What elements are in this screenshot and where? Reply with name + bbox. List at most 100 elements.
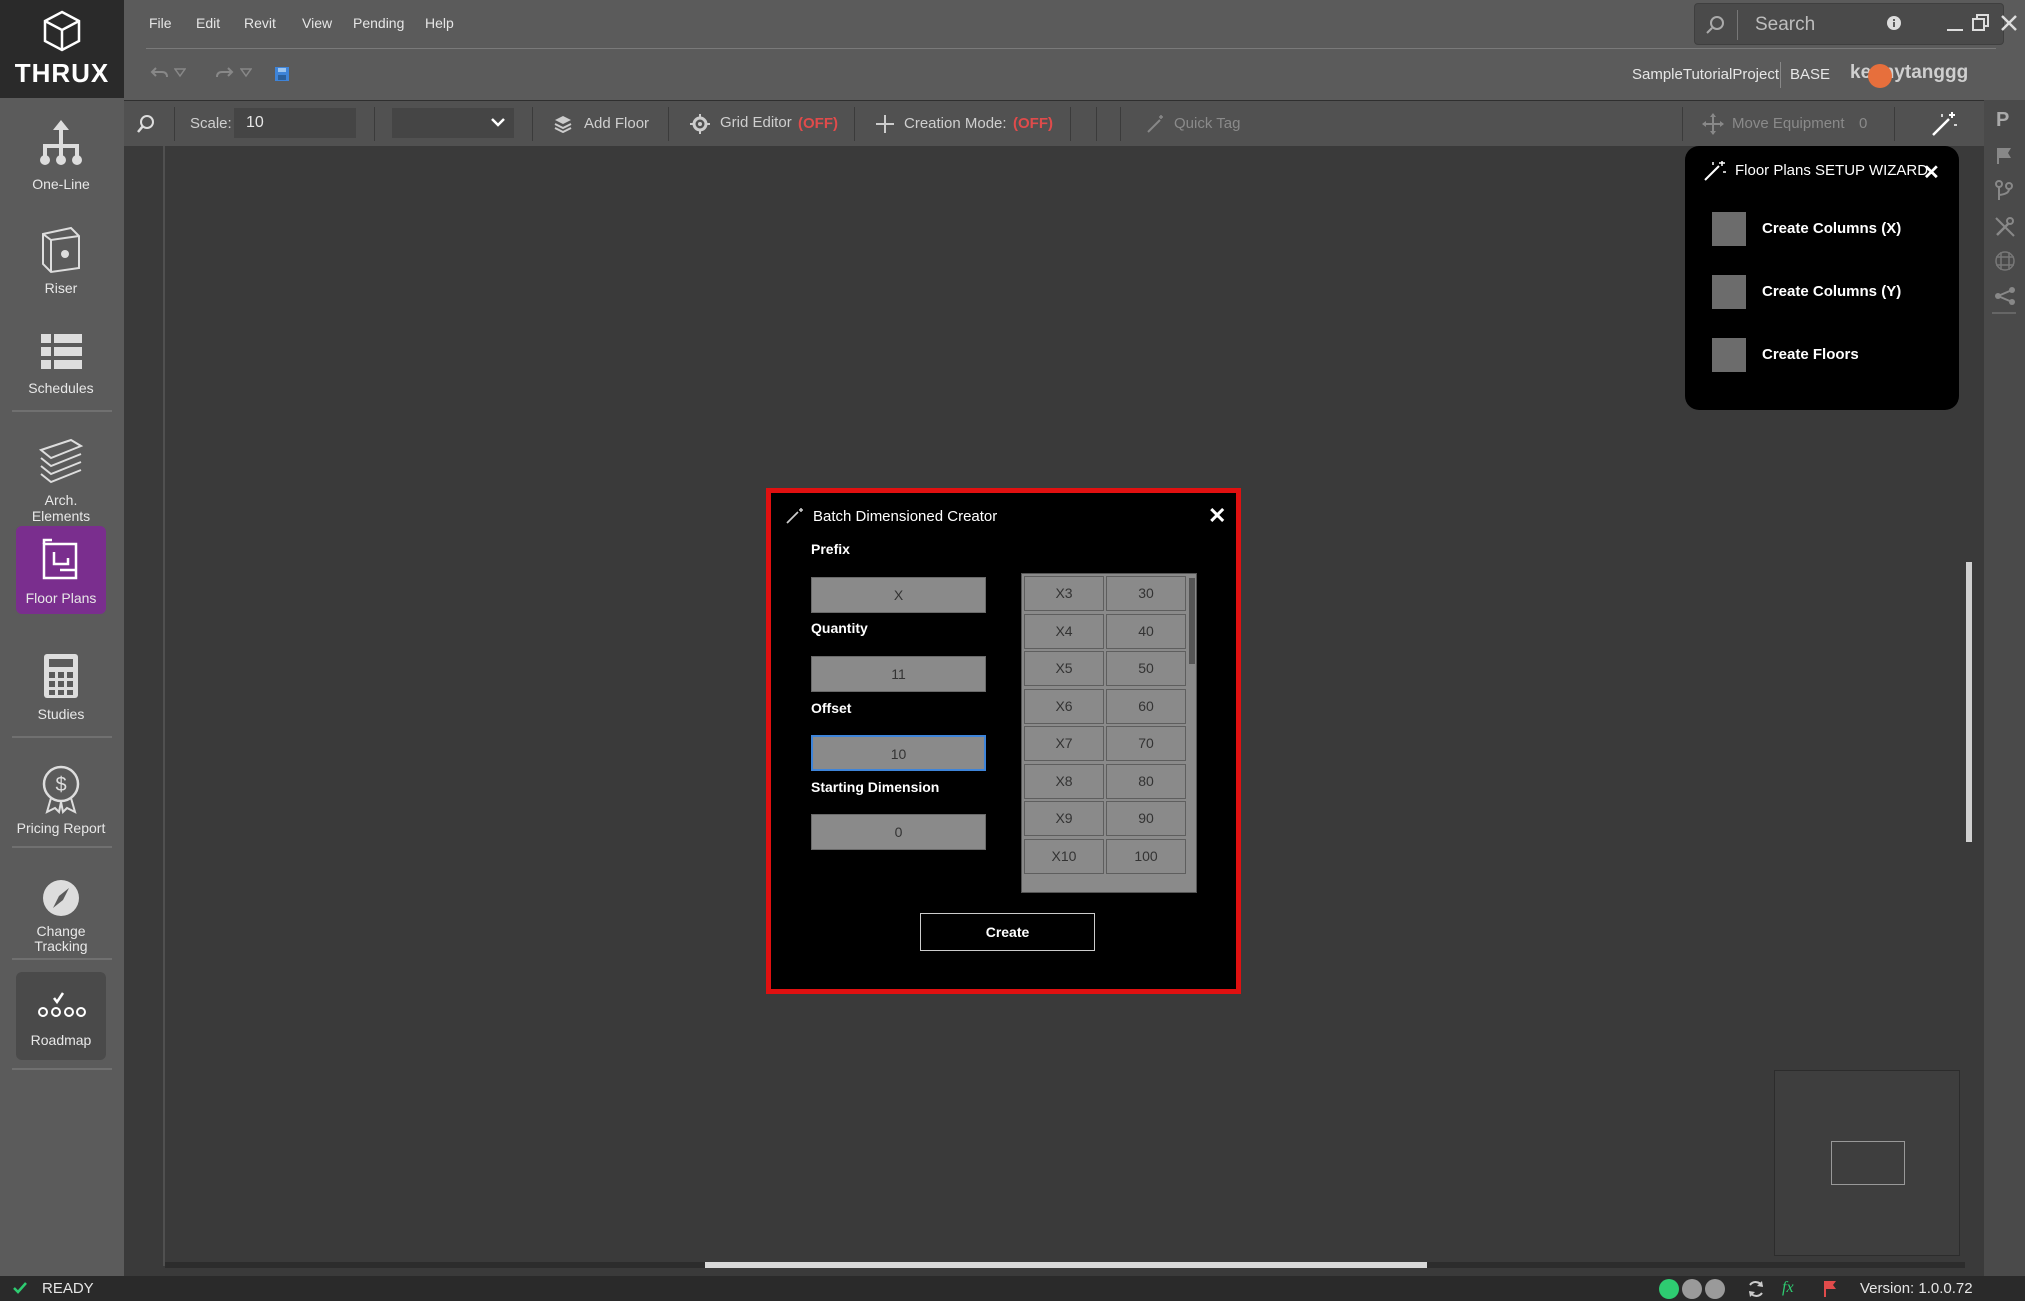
table-cell-label[interactable]: X9: [1024, 801, 1104, 836]
sidebar-item-riser[interactable]: Riser: [16, 224, 106, 296]
sidebar-divider: [12, 410, 112, 412]
create-button[interactable]: Create: [920, 913, 1095, 951]
table-cell-label[interactable]: X4: [1024, 613, 1104, 649]
right-rail-divider: [1992, 312, 2016, 314]
sidebar-item-label: One-Line: [32, 176, 90, 192]
p-icon[interactable]: P: [1994, 108, 2014, 130]
hierarchy-icon: [40, 120, 82, 165]
minimap-viewport[interactable]: [1831, 1141, 1905, 1185]
table-cell-label[interactable]: X10: [1024, 838, 1104, 874]
menu-pending[interactable]: Pending: [353, 15, 404, 31]
table-scrollbar[interactable]: [1189, 578, 1195, 664]
batch-dimensioned-creator-dialog: Batch Dimensioned Creator ✕ Prefix X Qua…: [771, 493, 1236, 989]
avatar[interactable]: [1868, 64, 1892, 88]
scale-label: Scale:: [190, 115, 232, 132]
wand-icon: [786, 508, 803, 524]
prefix-input[interactable]: X: [811, 577, 986, 613]
layers-small-icon: [554, 116, 572, 133]
flag-icon[interactable]: [1994, 146, 2014, 166]
sidebar-item-floor-plans[interactable]: Floor Plans: [16, 526, 106, 614]
vertical-scrollbar[interactable]: [1966, 562, 1972, 842]
share-nodes-icon[interactable]: [1994, 286, 2016, 306]
search-input[interactable]: Search: [1755, 14, 1815, 36]
connection-green-icon[interactable]: [1659, 1279, 1679, 1299]
toolbar-divider: [1894, 107, 1895, 141]
sidebar-divider: [12, 736, 112, 738]
menu-edit[interactable]: Edit: [196, 15, 220, 31]
wizard-checkbox[interactable]: [1712, 338, 1746, 372]
horizontal-scrollbar[interactable]: [705, 1262, 1427, 1268]
sidebar-item-change-tracking[interactable]: Change Tracking: [16, 878, 106, 954]
table-cell-value[interactable]: 100: [1106, 838, 1186, 874]
undo-icon[interactable]: [150, 64, 170, 82]
toolbar-divider: [174, 107, 175, 141]
redo-icon[interactable]: [214, 64, 234, 82]
toolbar-divider: [1070, 107, 1071, 141]
sidebar-item-schedules[interactable]: Schedules: [16, 330, 106, 396]
zoom-search-icon[interactable]: [136, 114, 156, 134]
table-cell-value[interactable]: 90: [1106, 801, 1186, 836]
table-cell-label[interactable]: X8: [1024, 763, 1104, 799]
minimap[interactable]: [1774, 1070, 1960, 1256]
sidebar-item-one-line[interactable]: One-Line: [16, 118, 106, 192]
status-text: READY: [42, 1280, 94, 1297]
sidebar-item-studies[interactable]: Studies: [16, 652, 106, 722]
starting-dimension-input[interactable]: 0: [811, 814, 986, 850]
search-icon: [1706, 16, 1724, 34]
right-rail: P: [1984, 100, 2025, 1276]
table-cell-label[interactable]: X5: [1024, 651, 1104, 686]
branch-icon[interactable]: [1994, 180, 2014, 202]
redo-dropdown-icon[interactable]: [240, 68, 252, 78]
close-window-icon[interactable]: [2000, 14, 2018, 32]
logo-text: THRUX: [14, 57, 110, 88]
dollar-badge-icon: $: [42, 765, 80, 814]
flag-red-icon[interactable]: [1822, 1280, 1838, 1298]
connection-grey-icon[interactable]: [1682, 1279, 1702, 1299]
offset-input[interactable]: 10: [811, 735, 986, 771]
project-name[interactable]: SampleTutorialProject: [1632, 66, 1779, 83]
connection-off-icon[interactable]: [1705, 1279, 1725, 1299]
table-cell-label[interactable]: X3: [1024, 576, 1104, 611]
sidebar-item-roadmap[interactable]: Roadmap: [16, 972, 106, 1060]
table-cell-value[interactable]: 30: [1106, 576, 1186, 611]
table-cell-value[interactable]: 40: [1106, 613, 1186, 649]
wizard-checkbox[interactable]: [1712, 212, 1746, 246]
sidebar-divider: [12, 846, 112, 848]
sync-icon[interactable]: [1746, 1279, 1766, 1299]
minimize-icon[interactable]: [1946, 18, 1964, 32]
chevron-down-icon: [491, 118, 505, 127]
undo-dropdown-icon[interactable]: [174, 68, 186, 78]
table-cell-label[interactable]: X6: [1024, 688, 1104, 724]
wizard-checkbox[interactable]: [1712, 275, 1746, 309]
formula-icon[interactable]: fx: [1782, 1279, 1794, 1297]
table-cell-label[interactable]: X7: [1024, 726, 1104, 761]
info-icon[interactable]: [1886, 15, 1902, 31]
wizard-wand-icon[interactable]: [1930, 111, 1958, 137]
menu-view[interactable]: View: [302, 15, 332, 31]
menu-revit[interactable]: Revit: [244, 15, 276, 31]
toolbar-divider: [668, 107, 669, 141]
branch-name[interactable]: BASE: [1790, 66, 1830, 83]
menu-divider: [146, 48, 1996, 49]
quantity-input[interactable]: 11: [811, 656, 986, 692]
dimension-table[interactable]: X3 30 X4 40 X5 50 X6 60 X7 70 X8 80 X9 90 X10 100: [1021, 573, 1197, 893]
table-cell-value[interactable]: 50: [1106, 651, 1186, 686]
save-icon[interactable]: [274, 66, 290, 82]
menu-file[interactable]: File: [149, 15, 172, 31]
menu-help[interactable]: Help: [425, 15, 454, 31]
close-icon[interactable]: ✕: [1923, 160, 1940, 185]
sidebar-item-arch-elements[interactable]: Arch. Elements: [16, 436, 106, 524]
sidebar-item-label: Studies: [37, 706, 85, 722]
scale-input[interactable]: [234, 108, 356, 138]
grid-icon[interactable]: [1994, 250, 2016, 272]
roadmap-icon: [38, 992, 86, 1017]
sidebar-item-pricing-report[interactable]: $ Pricing Report: [16, 764, 106, 836]
table-cell-value[interactable]: 80: [1106, 763, 1186, 799]
restore-icon[interactable]: [1972, 14, 1990, 32]
table-cell-value[interactable]: 70: [1106, 726, 1186, 761]
floor-select[interactable]: [392, 108, 514, 138]
close-icon[interactable]: ✕: [1208, 503, 1226, 529]
wand-icon: [1147, 115, 1163, 133]
tools-off-icon[interactable]: [1994, 216, 2016, 238]
table-cell-value[interactable]: 60: [1106, 688, 1186, 724]
